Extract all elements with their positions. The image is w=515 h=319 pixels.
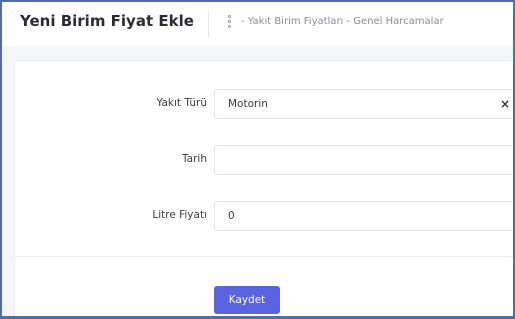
dots-vertical-icon [228,15,231,28]
fuel-type-row: Yakıt Türü Motorin × [15,89,513,119]
liter-price-input[interactable]: 0 [214,201,513,231]
form-footer-divider [15,256,513,257]
liter-price-value: 0 [228,210,235,222]
page-title: Yeni Birim Fiyat Ekle [20,12,194,30]
page-header: Yeni Birim Fiyat Ekle - Yakıt Birim Fiya… [2,2,513,46]
close-icon[interactable]: × [500,98,510,110]
breadcrumb-text[interactable]: - Yakıt Birim Fiyatları - Genel Harcamal… [241,16,444,27]
date-input[interactable] [214,145,513,175]
breadcrumb: - Yakıt Birim Fiyatları - Genel Harcamal… [228,15,444,28]
date-label: Tarih [182,153,207,165]
fuel-type-label: Yakıt Türü [156,97,207,109]
fuel-type-value: Motorin [228,98,268,110]
date-row: Tarih [15,145,513,175]
liter-price-label: Litre Fiyatı [152,209,207,221]
save-button[interactable]: Kaydet [214,286,280,314]
fuel-type-select[interactable]: Motorin × [214,89,513,119]
form-card: Yakıt Türü Motorin × Tarih Litre Fiyatı … [14,60,513,316]
liter-price-row: Litre Fiyatı 0 [15,201,513,231]
app-window: Yeni Birim Fiyat Ekle - Yakıt Birim Fiya… [0,0,515,319]
header-divider [208,11,209,37]
